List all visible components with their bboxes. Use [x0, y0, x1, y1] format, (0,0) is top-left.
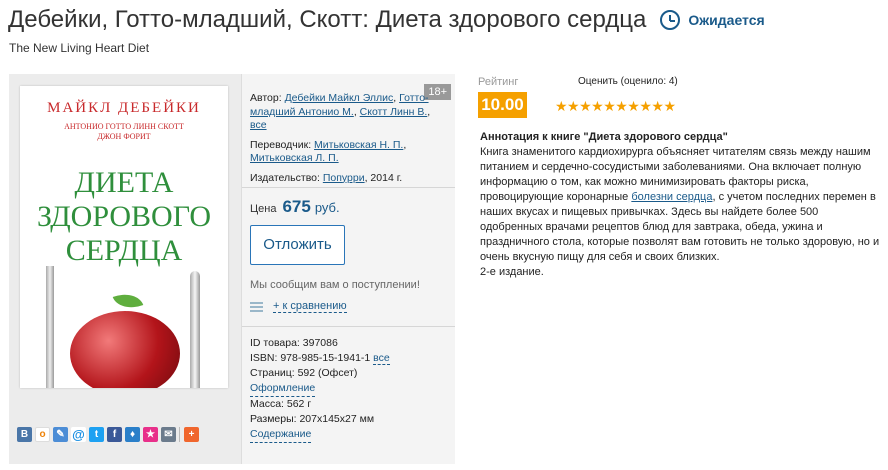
- divider: [242, 326, 455, 327]
- cover-coauthors-line1: АНТОНИО ГОТТО ЛИНН СКОТТ: [64, 122, 184, 131]
- vk-icon[interactable]: В: [17, 427, 32, 442]
- rating-label: Рейтинг: [478, 76, 519, 88]
- rating-score: 10.00: [478, 92, 527, 118]
- email-icon[interactable]: ✉: [161, 427, 176, 442]
- isbn-all-link[interactable]: все: [373, 352, 390, 365]
- list-icon: [250, 301, 263, 312]
- plus-icon[interactable]: +: [184, 427, 199, 442]
- title-row: Дебейки, Готто-младший, Скотт: Диета здо…: [8, 6, 765, 34]
- author-label: Автор:: [250, 92, 282, 104]
- authors-row: Автор: Дебейки Майкл Эллис, Готто-младши…: [250, 92, 431, 131]
- author-link-1[interactable]: Дебейки Майкл Эллис: [285, 92, 394, 104]
- apple-image: [70, 311, 180, 388]
- isbn: ISBN: 978-985-15-1941-1: [250, 352, 371, 364]
- price-value: 675: [282, 197, 311, 216]
- clock-icon: [660, 10, 681, 30]
- isbn-row: ISBN: 978-985-15-1941-1 все: [250, 351, 390, 366]
- translator-link-1[interactable]: Митьковская Н. П.: [314, 139, 403, 151]
- notify-text: Мы сообщим вам о поступлении!: [250, 279, 420, 291]
- cover-author: МАЙКЛ ДЕБЕЙКИ: [47, 100, 201, 116]
- original-title: The New Living Heart Diet: [9, 41, 150, 55]
- mail-at-icon[interactable]: @: [71, 427, 86, 442]
- twitter-icon[interactable]: t: [89, 427, 104, 442]
- star-icon[interactable]: ★: [143, 427, 158, 442]
- fork-image: [46, 266, 54, 388]
- share-bar: В о ✎ @ t f ♦ ★ ✉ +: [17, 427, 202, 442]
- translator-link-2[interactable]: Митьковская Л. П.: [250, 152, 339, 164]
- odnoklassniki-icon[interactable]: о: [35, 427, 50, 442]
- leaf-image: [112, 288, 144, 314]
- page-title: Дебейки, Готто-младший, Скотт: Диета здо…: [8, 6, 647, 33]
- compare-link[interactable]: + к сравнению: [273, 300, 347, 313]
- edition-note: 2-е издание.: [480, 266, 544, 278]
- product-details: ID товара: 397086 ISBN: 978-985-15-1941-…: [250, 336, 390, 443]
- bookmark-icon[interactable]: ♦: [125, 427, 140, 442]
- rate-link[interactable]: Оценить (оценило: 4): [578, 76, 678, 87]
- annotation-heading: Аннотация к книге "Диета здорового сердц…: [480, 131, 728, 143]
- info-column: 18+ Автор: Дебейки Майкл Эллис, Готто-мл…: [241, 74, 455, 464]
- price-label: Цена: [250, 203, 277, 215]
- product-panel: МАЙКЛ ДЕБЕЙКИ АНТОНИО ГОТТО ЛИНН СКОТТ Д…: [9, 74, 455, 464]
- translator-label: Переводчик:: [250, 138, 312, 151]
- facebook-icon[interactable]: f: [107, 427, 122, 442]
- cover-title-line3: СЕРДЦА: [65, 234, 183, 267]
- translators-row: Переводчик: Митьковская Н. П., Митьковск…: [250, 138, 407, 165]
- livejournal-icon[interactable]: ✎: [53, 427, 68, 442]
- cover-title-line1: ДИЕТА: [74, 166, 174, 199]
- weight: Масса: 562 г: [250, 398, 312, 410]
- knife-image: [190, 271, 200, 388]
- cover-area: МАЙКЛ ДЕБЕЙКИ АНТОНИО ГОТТО ЛИНН СКОТТ Д…: [9, 74, 241, 464]
- design-link[interactable]: Оформление: [250, 381, 316, 397]
- rating-stars[interactable]: ★★★★★★★★★★: [555, 98, 676, 115]
- cover-title-line2: ЗДОРОВОГО: [37, 200, 211, 233]
- rating-block: Рейтинг 10.00 Оценить (оценило: 4) ★★★★★…: [478, 76, 678, 118]
- author-link-3[interactable]: Скотт Линн В.: [360, 106, 428, 118]
- cover-coauthors-line2: ДЖОН ФОРИТ: [97, 132, 151, 141]
- status-badge[interactable]: Ожидается: [660, 10, 765, 30]
- authors-all-link[interactable]: все: [250, 119, 267, 131]
- postpone-button[interactable]: Отложить: [250, 225, 345, 265]
- publisher-link[interactable]: Попурри: [323, 172, 365, 184]
- book-cover[interactable]: МАЙКЛ ДЕБЕЙКИ АНТОНИО ГОТТО ЛИНН СКОТТ Д…: [20, 86, 228, 388]
- cover-title: ДИЕТА ЗДОРОВОГО СЕРДЦА: [20, 166, 228, 268]
- publisher-label: Издательство:: [250, 171, 320, 184]
- share-divider: [179, 427, 180, 442]
- cover-coauthors: АНТОНИО ГОТТО ЛИНН СКОТТ ДЖОН ФОРИТ: [20, 122, 228, 142]
- compare-row[interactable]: + к сравнению: [250, 300, 347, 313]
- heart-disease-link[interactable]: болезни сердца: [631, 191, 712, 203]
- publish-year: , 2014 г.: [364, 171, 403, 184]
- status-label: Ожидается: [688, 12, 765, 28]
- contents-link[interactable]: Содержание: [250, 427, 312, 443]
- product-id: ID товара: 397086: [250, 337, 338, 349]
- annotation: Аннотация к книге "Диета здорового сердц…: [480, 130, 880, 280]
- price-currency: руб.: [314, 200, 340, 215]
- book-meta: Автор: Дебейки Майкл Эллис, Готто-младши…: [250, 92, 446, 185]
- publisher-row: Издательство: Попурри, 2014 г.: [250, 172, 446, 186]
- pages: Страниц: 592 (Офсет): [250, 367, 358, 379]
- annotation-text: Книга знаменитого кардиохирурга объясняе…: [480, 145, 880, 265]
- dimensions: Размеры: 207x145x27 мм: [250, 413, 375, 425]
- price-row: Цена 675 руб.: [250, 197, 340, 217]
- divider: [242, 187, 455, 188]
